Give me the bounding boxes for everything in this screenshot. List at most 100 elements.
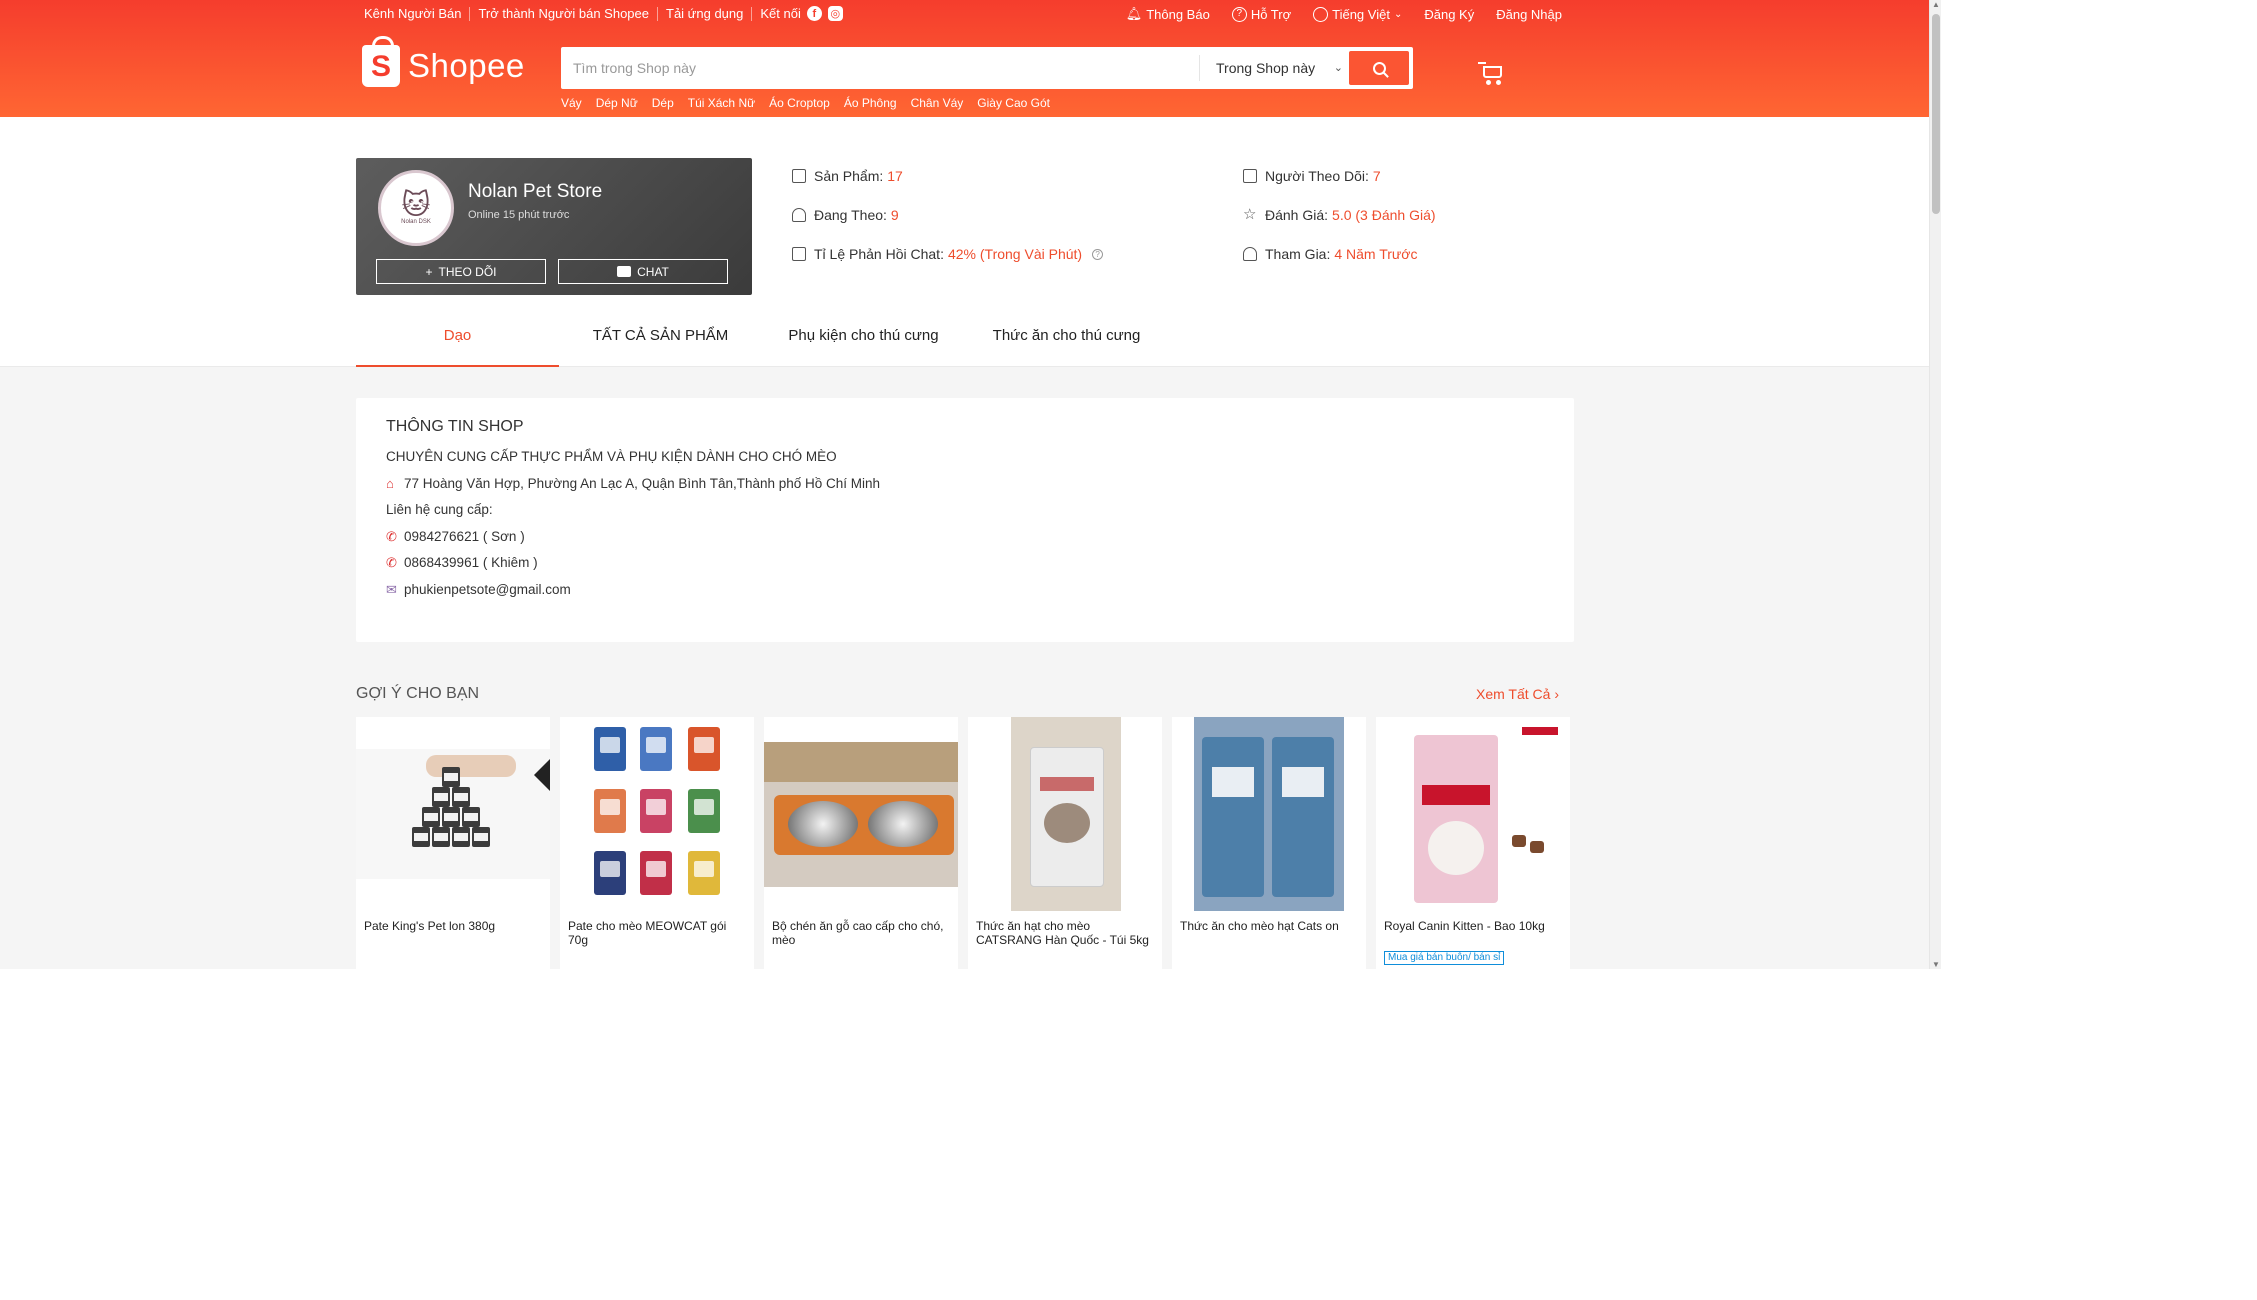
hotword-link[interactable]: Áo Croptop [769,96,830,110]
tab-browse[interactable]: Dạo [356,312,559,367]
shopee-logo[interactable]: S Shopee [362,36,525,87]
facebook-icon[interactable]: f [806,6,822,21]
instagram-icon[interactable]: ◎ [827,6,843,21]
become-seller-link[interactable]: Trở thành Người bán Shopee [470,6,658,21]
hotword-link[interactable]: Túi Xách Nữ [688,96,755,110]
email-text: phukienpetsote@gmail.com [404,581,571,597]
stat-value: 42% (Trong Vài Phút) [947,246,1083,262]
product-name: Pate cho mèo MEOWCAT gói 70g [568,919,727,947]
stat-value: 5.0 (3 Đánh Giá) [1332,207,1436,223]
tab-all-products[interactable]: TẤT CẢ SẢN PHẨM [559,312,762,367]
product-image [968,717,1162,911]
product-name: Pate King's Pet lon 380g [364,919,496,933]
product-card[interactable]: Pate cho mèo MEOWCAT gói 70g [560,717,754,969]
login-link[interactable]: Đăng Nhập [1496,7,1562,22]
search-input[interactable] [573,56,1173,80]
connect-label: Kết nối [760,5,801,21]
house-icon: ⌂ [386,475,394,491]
info-icon[interactable]: ? [1092,248,1104,260]
cart-icon[interactable] [1478,62,1504,86]
stat-label: Đánh Giá: [1265,207,1329,223]
contact-label: Liên hệ cung cấp: [386,502,493,517]
stat-response-rate: Tỉ Lệ Phản Hồi Chat: 42% (Trong Vài Phút… [792,246,1104,262]
follow-button[interactable]: + THEO DÕI [376,259,546,284]
help-link[interactable]: ? Hỗ Trợ [1231,6,1291,22]
bell-icon: 🔔︎ [1125,6,1143,21]
chevron-down-icon: ⌄ [1333,62,1343,74]
chat-label: CHAT [637,264,669,279]
plus-icon: + [425,264,433,279]
hotword-link[interactable]: Áo Phông [844,96,897,110]
star-icon: ☆ [1243,206,1257,223]
person-icon [792,208,806,222]
scroll-down-arrow-icon[interactable]: ▼ [1932,960,1940,969]
stat-value: 4 Năm Trước [1334,246,1418,262]
chat-icon [617,266,632,277]
avatar-label: Nolan DSK [401,219,431,225]
product-image [1376,717,1570,911]
product-name: Thức ăn cho mèo hạt Cats on [1180,919,1339,933]
product-card[interactable]: Royal Canin Kitten - Bao 10kg Mua giá bá… [1376,717,1570,969]
shop-stats-right: Người Theo Dõi: 7 ☆ Đánh Giá: 5.0 (3 Đán… [1243,168,1436,262]
product-card[interactable]: Thức ăn cho mèo hạt Cats on [1172,717,1366,969]
navbar-right: 🔔︎ Thông Báo ? Hỗ Trợ Tiếng Việt ⌄ Đăng … [1126,6,1562,22]
store-icon [792,169,806,183]
globe-icon [1313,6,1329,22]
page-scrollbar[interactable]: ▲ ▼ [1929,0,1941,969]
hotword-link[interactable]: Chân Váy [911,96,964,110]
chat-button[interactable]: CHAT [558,259,728,284]
product-image [764,717,958,911]
seller-channel-link[interactable]: Kênh Người Bán [360,6,471,21]
stat-label: Tham Gia: [1265,246,1331,262]
product-card[interactable]: Pate King's Pet lon 380g [356,717,550,969]
hotword-link[interactable]: Giày Cao Gót [977,96,1050,110]
product-card[interactable]: Bộ chén ăn gỗ cao cấp cho chó, mèo [764,717,958,969]
scroll-up-arrow-icon[interactable]: ▲ [1932,0,1940,9]
product-name: Bộ chén ăn gỗ cao cấp cho chó, mèo [772,919,944,947]
shop-card: 🐱︎ Nolan DSK Nolan Pet Store Online 15 p… [356,158,752,295]
chevron-down-icon: ⌄ [1393,8,1403,20]
hotword-link[interactable]: Dép [652,96,674,110]
followers-icon [1243,169,1257,183]
page-viewport: Kênh Người Bán Trở thành Người bán Shope… [0,0,1929,969]
register-link[interactable]: Đăng Ký [1424,7,1474,22]
product-image [560,717,754,911]
see-all-link[interactable]: Xem Tất Cả › [1476,686,1559,702]
tab-pet-accessories[interactable]: Phụ kiện cho thú cưng [762,312,965,367]
stat-value: 7 [1372,168,1381,184]
address-text: 77 Hoàng Văn Hợp, Phường An Lạc A, Quận … [404,475,881,491]
stat-label: Sản Phẩm: [814,168,884,184]
follow-label: THEO DÕI [438,264,497,279]
notifications-link[interactable]: 🔔︎ Thông Báo [1126,6,1210,22]
recommend-title: GỢI Ý CHO BẠN [356,685,480,702]
search-scope-select[interactable]: Trong Shop này ⌄ [1199,55,1351,81]
shop-address: ⌂ 77 Hoàng Văn Hợp, Phường An Lạc A, Quậ… [386,471,1544,498]
chevron-right-icon: › [1554,686,1559,702]
hotword-link[interactable]: Dép Nữ [596,96,638,110]
stat-label: Đang Theo: [814,207,887,223]
download-app-link[interactable]: Tải ứng dụng [658,6,753,21]
notifications-label: Thông Báo [1146,6,1210,22]
person-icon [1243,247,1257,261]
shop-info-title: THÔNG TIN SHOP [386,418,524,435]
tab-pet-food[interactable]: Thức ăn cho thú cưng [965,312,1168,367]
shop-info-panel: THÔNG TIN SHOP CHUYÊN CUNG CẤP THỰC PHẨM… [356,398,1574,642]
stat-rating: ☆ Đánh Giá: 5.0 (3 Đánh Giá) [1243,207,1436,223]
product-image [356,717,550,911]
search-button[interactable] [1349,51,1409,85]
stat-label: Tỉ Lệ Phản Hồi Chat: [814,246,944,262]
email-line: ✉ phukienpetsote@gmail.com [386,577,1544,604]
phone-icon: ✆ [386,528,397,544]
shop-online-status: Online 15 phút trước [468,209,570,221]
header: Kênh Người Bán Trở thành Người bán Shope… [0,0,1929,117]
stat-following: Đang Theo: 9 [792,207,1103,223]
hotword-link[interactable]: Váy [561,96,582,110]
shop-avatar[interactable]: 🐱︎ Nolan DSK [378,170,454,246]
cat-logo-icon: 🐱︎ [401,189,431,220]
stat-followers: Người Theo Dõi: 7 [1243,168,1436,184]
product-card[interactable]: Thức ăn hạt cho mèo CATSRANG Hàn Quốc - … [968,717,1162,969]
scrollbar-thumb[interactable] [1932,14,1940,214]
product-image [1172,717,1366,911]
language-selector[interactable]: Tiếng Việt ⌄ [1313,6,1403,22]
shop-stats-left: Sản Phẩm: 17 Đang Theo: 9 Tỉ Lệ Phản Hồi… [792,168,1104,262]
